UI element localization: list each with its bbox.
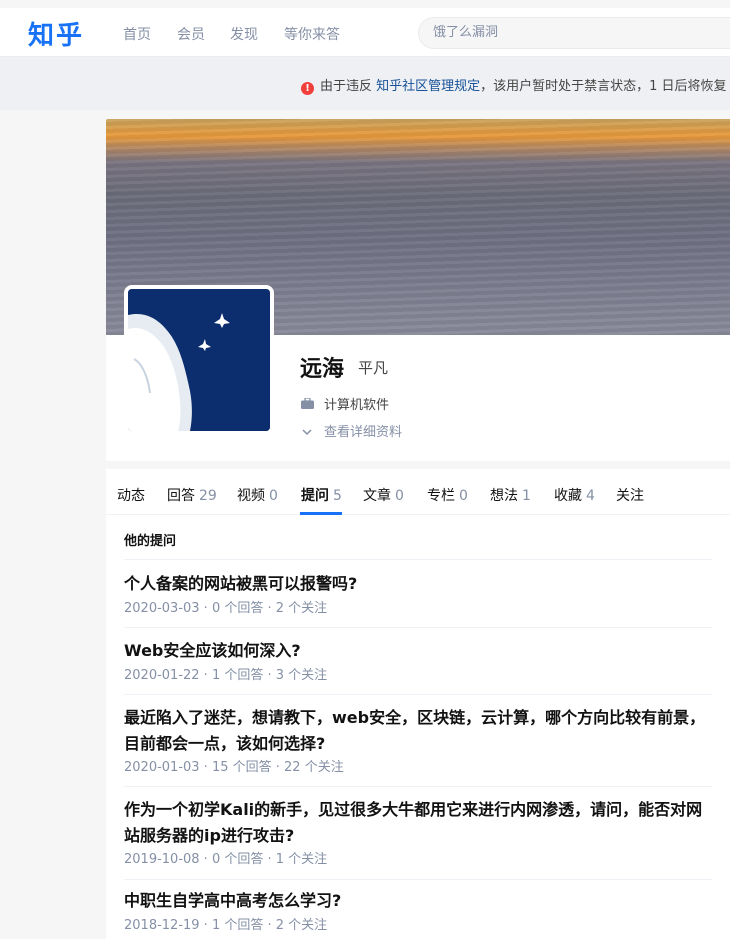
tab-collections[interactable]: 收藏 4 — [554, 485, 595, 505]
question-meta: 2018-12-19 · 1 个回答 · 2 个关注 — [124, 918, 328, 933]
divider — [124, 694, 712, 695]
divider — [124, 627, 712, 628]
tab-activity[interactable]: 动态 — [117, 485, 145, 505]
question-title[interactable]: 作为一个初学Kali的新手，见过很多大牛都用它来进行内网渗透，请问，能否对网站服… — [124, 797, 714, 849]
tab-answers[interactable]: 回答 29 — [167, 485, 217, 505]
briefcase-icon — [300, 397, 314, 413]
mute-notice-banner: ! 由于违反 知乎社区管理规定，该用户暂时处于禁言状态，1 日后将恢复 — [0, 57, 730, 110]
detail-row[interactable]: 查看详细资料 — [300, 421, 402, 440]
alert-icon: ! — [301, 82, 314, 95]
profile-card: 远海 平凡 计算机软件 查看详细资料 — [106, 119, 730, 461]
question-title[interactable]: 个人备案的网站被黑可以报警吗? — [124, 571, 714, 597]
content-card: 动态 回答 29 视频 0 提问 5 文章 0 专栏 0 想法 1 收藏 4 关注 他的提问 … — [106, 469, 730, 939]
tab-questions[interactable]: 提问 5 — [301, 485, 342, 505]
active-tab-indicator — [300, 512, 342, 515]
tab-pins[interactable]: 想法 1 — [490, 485, 531, 505]
top-header: 知乎 首页 会员 发现 等你来答 饿了么漏洞 — [0, 8, 730, 57]
tab-videos[interactable]: 视频 0 — [237, 485, 278, 505]
industry-row: 计算机软件 — [300, 394, 389, 413]
question-meta: 2020-03-03 · 0 个回答 · 2 个关注 — [124, 601, 328, 616]
question-meta: 2019-10-08 · 0 个回答 · 1 个关注 — [124, 852, 328, 867]
nav-vip[interactable]: 会员 — [177, 24, 205, 44]
divider — [124, 879, 712, 880]
nav-explore[interactable]: 发现 — [230, 24, 258, 44]
community-rules-link[interactable]: 知乎社区管理规定 — [376, 79, 480, 94]
profile-headline: 平凡 — [358, 359, 389, 377]
nav-waiting[interactable]: 等你来答 — [284, 24, 340, 44]
window-top-strip — [0, 0, 730, 8]
industry-text: 计算机软件 — [324, 398, 390, 413]
question-meta: 2020-01-22 · 1 个回答 · 3 个关注 — [124, 668, 328, 683]
tab-columns[interactable]: 专栏 0 — [427, 485, 468, 505]
nav-home[interactable]: 首页 — [123, 24, 151, 44]
divider — [124, 786, 712, 787]
tab-articles[interactable]: 文章 0 — [363, 485, 404, 505]
notice-text: ! 由于违反 知乎社区管理规定，该用户暂时处于禁言状态，1 日后将恢复 — [301, 75, 727, 95]
notice-suffix: ，该用户暂时处于禁言状态，1 日后将恢复 — [480, 79, 727, 94]
notice-prefix: 由于违反 — [320, 79, 377, 94]
tab-following[interactable]: 关注 — [616, 485, 644, 505]
zhihu-logo[interactable]: 知乎 — [28, 15, 84, 52]
question-title[interactable]: 中职生自学高中高考怎么学习? — [124, 888, 714, 914]
chevron-down-icon — [300, 425, 314, 440]
profile-name: 远海 — [300, 357, 345, 382]
avatar-image — [128, 289, 270, 431]
search-input[interactable]: 饿了么漏洞 — [418, 17, 730, 49]
section-title: 他的提问 — [124, 534, 177, 549]
profile-tabs: 动态 回答 29 视频 0 提问 5 文章 0 专栏 0 想法 1 收藏 4 关注 — [106, 469, 730, 515]
view-details-link[interactable]: 查看详细资料 — [324, 425, 402, 440]
divider — [124, 559, 712, 560]
question-title[interactable]: 最近陷入了迷茫，想请教下，web安全，区块链，云计算，哪个方向比较有前景，目前都… — [124, 705, 714, 757]
avatar[interactable] — [124, 285, 274, 435]
question-title[interactable]: Web安全应该如何深入? — [124, 638, 714, 664]
question-meta: 2020-01-03 · 15 个回答 · 22 个关注 — [124, 760, 344, 775]
